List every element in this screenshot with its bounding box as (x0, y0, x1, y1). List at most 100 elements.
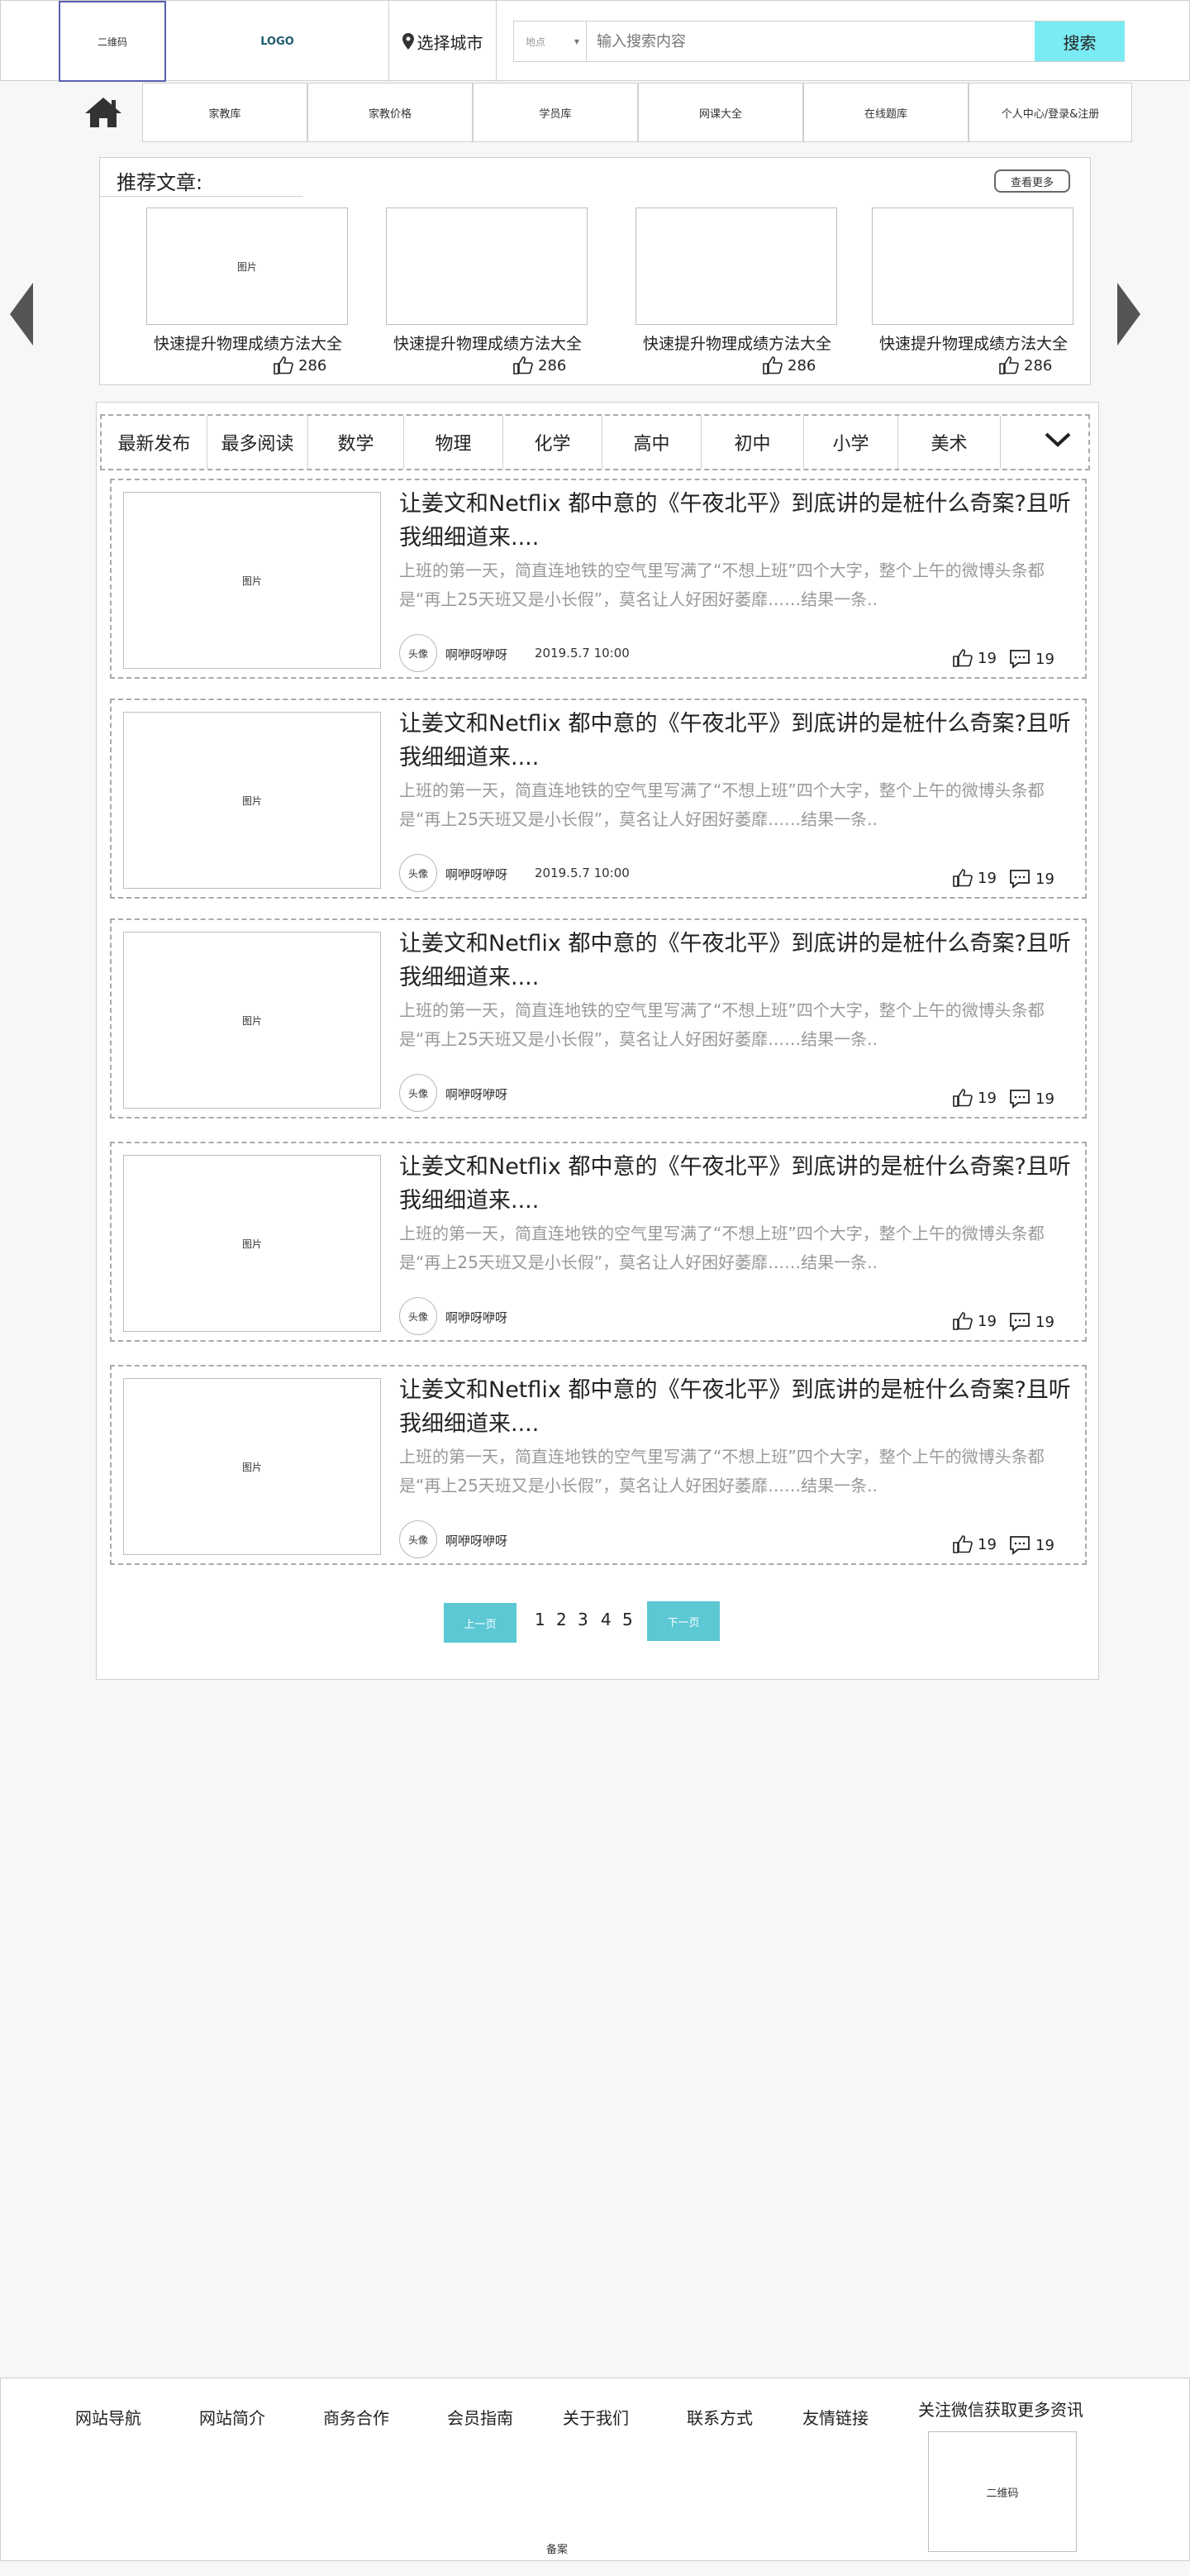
nav-item-prices[interactable]: 家教价格 (307, 83, 473, 142)
nav-item-students[interactable]: 学员库 (473, 83, 638, 142)
carousel-next-arrow[interactable] (1117, 283, 1140, 346)
recommended-caption: 快速提升物理成绩方法大全 (878, 335, 1068, 353)
like-count: 286 (274, 356, 326, 374)
article-summary: 上班的第一天，简直连地铁的空气里写满了“不想上班”四个大字，整个上午的微博头条都… (399, 1447, 1045, 1496)
like-button[interactable]: 19 (953, 869, 997, 887)
recommended-caption: 快速提升物理成绩方法大全 (153, 335, 342, 353)
tab-physics[interactable]: 物理 (404, 416, 503, 469)
carousel-prev-arrow[interactable] (10, 283, 33, 346)
avatar[interactable]: 头像 (399, 1297, 437, 1335)
like-count-value: 286 (538, 356, 567, 374)
article-card[interactable]: 图片 让姜文和Netflix 都中意的《午夜北平》到底讲的是桩什么奇案?且听我细… (110, 1365, 1087, 1565)
tab-chemistry[interactable]: 化学 (503, 416, 602, 469)
article-title[interactable]: 让姜文和Netflix 都中意的《午夜北平》到底讲的是桩什么奇案?且听我细细道来… (399, 487, 1077, 555)
tab-latest[interactable]: 最新发布 (102, 416, 207, 469)
like-count-value: 286 (298, 356, 327, 374)
comment-button[interactable]: 19 (1009, 649, 1054, 669)
footer-beian[interactable]: 备案 (546, 2540, 568, 2556)
site-logo[interactable]: LOGO (166, 1, 389, 82)
chevron-down-icon[interactable] (1044, 431, 1072, 449)
comment-button[interactable]: 19 (1009, 1535, 1054, 1555)
avatar[interactable]: 头像 (399, 634, 437, 672)
like-button[interactable]: 19 (953, 1312, 997, 1330)
comment-icon (1010, 870, 1030, 889)
article-summary: 上班的第一天，简直连地铁的空气里写满了“不想上班”四个大字，整个上午的微博头条都… (399, 780, 1045, 829)
nav-item-tutors[interactable]: 家教库 (142, 83, 307, 142)
tab-middle-school[interactable]: 初中 (702, 416, 804, 469)
thumbs-up-icon (513, 356, 533, 374)
page-number[interactable]: 5 (622, 1610, 633, 1629)
author-name[interactable]: 啊咿呀咿呀 (445, 1532, 507, 1549)
article-title[interactable]: 让姜文和Netflix 都中意的《午夜北平》到底讲的是桩什么奇案?且听我细细道来… (399, 927, 1077, 995)
footer-link-friends[interactable]: 友情链接 (802, 2405, 869, 2429)
comment-button[interactable]: 19 (1009, 1312, 1054, 1332)
page-number[interactable]: 4 (601, 1610, 612, 1629)
comment-icon (1010, 1536, 1030, 1555)
article-image: 图片 (123, 1378, 381, 1555)
avatar[interactable]: 头像 (399, 854, 437, 892)
tab-high-school[interactable]: 高中 (602, 416, 702, 469)
footer-link-member-guide[interactable]: 会员指南 (447, 2405, 513, 2429)
like-count-value: 286 (1024, 356, 1053, 374)
article-title[interactable]: 让姜文和Netflix 都中意的《午夜北平》到底讲的是桩什么奇案?且听我细细道来… (399, 1373, 1077, 1441)
like-button[interactable]: 19 (953, 649, 997, 667)
nav-item-courses[interactable]: 网课大全 (638, 83, 803, 142)
view-more-button[interactable]: 查看更多 (994, 169, 1070, 193)
like-count-value: 19 (978, 1312, 997, 1330)
like-button[interactable]: 19 (953, 1089, 997, 1107)
nav-label: 个人中心/登录&注册 (1001, 107, 1100, 121)
next-page-button[interactable]: 下一页 (647, 1601, 720, 1641)
author-name[interactable]: 啊咿呀咿呀 (445, 866, 507, 883)
search-button[interactable]: 搜索 (1035, 21, 1125, 61)
divider (100, 196, 302, 197)
tab-most-read[interactable]: 最多阅读 (207, 416, 308, 469)
article-image: 图片 (123, 712, 381, 889)
footer-link-site-nav[interactable]: 网站导航 (75, 2405, 141, 2429)
nav-item-question-bank[interactable]: 在线题库 (803, 83, 969, 142)
author-name[interactable]: 啊咿呀咿呀 (445, 1085, 507, 1103)
comment-button[interactable]: 19 (1009, 1089, 1054, 1109)
article-card[interactable]: 图片 让姜文和Netflix 都中意的《午夜北平》到底讲的是桩什么奇案?且听我细… (110, 479, 1087, 679)
avatar[interactable]: 头像 (399, 1520, 437, 1558)
nav-label: 在线题库 (864, 107, 907, 121)
page-number[interactable]: 2 (556, 1610, 567, 1629)
page-number[interactable]: 1 (535, 1610, 545, 1629)
thumbs-up-icon (953, 869, 973, 887)
author-name[interactable]: 啊咿呀咿呀 (445, 1309, 507, 1326)
comment-button[interactable]: 19 (1009, 869, 1054, 889)
article-summary: 上班的第一天，简直连地铁的空气里写满了“不想上班”四个大字，整个上午的微博头条都… (399, 561, 1045, 609)
tab-primary-school[interactable]: 小学 (804, 416, 898, 469)
recommended-image (872, 208, 1073, 325)
footer-link-about-us[interactable]: 关于我们 (563, 2405, 629, 2429)
avatar[interactable]: 头像 (399, 1074, 437, 1112)
like-count-value: 19 (978, 1535, 997, 1553)
qr-label: 二维码 (97, 36, 127, 48)
article-card[interactable]: 图片 让姜文和Netflix 都中意的《午夜北平》到底讲的是桩什么奇案?且听我细… (110, 1142, 1087, 1342)
thumbs-up-icon (763, 356, 783, 374)
location-select[interactable]: 地点 ▼ (514, 21, 587, 61)
nav-item-account[interactable]: 个人中心/登录&注册 (969, 83, 1132, 142)
prev-page-button[interactable]: 上一页 (444, 1603, 516, 1643)
article-image: 图片 (123, 492, 381, 669)
article-card[interactable]: 图片 让姜文和Netflix 都中意的《午夜北平》到底讲的是桩什么奇案?且听我细… (110, 918, 1087, 1119)
author-name[interactable]: 啊咿呀咿呀 (445, 646, 507, 663)
article-card[interactable]: 图片 让姜文和Netflix 都中意的《午夜北平》到底讲的是桩什么奇案?且听我细… (110, 699, 1087, 899)
home-button[interactable] (66, 83, 140, 142)
article-title[interactable]: 让姜文和Netflix 都中意的《午夜北平》到底讲的是桩什么奇案?且听我细细道来… (399, 1150, 1077, 1218)
tab-math[interactable]: 数学 (308, 416, 404, 469)
like-count: 286 (999, 356, 1052, 374)
article-summary: 上班的第一天，简直连地铁的空气里写满了“不想上班”四个大字，整个上午的微博头条都… (399, 1000, 1045, 1049)
footer-link-contact[interactable]: 联系方式 (687, 2405, 753, 2429)
recommended-caption: 快速提升物理成绩方法大全 (393, 335, 582, 353)
recommended-title: 推荐文章: (117, 171, 203, 194)
search-input[interactable] (597, 21, 1010, 61)
article-title[interactable]: 让姜文和Netflix 都中意的《午夜北平》到底讲的是桩什么奇案?且听我细细道来… (399, 707, 1077, 775)
like-button[interactable]: 19 (953, 1535, 997, 1553)
footer-link-about-site[interactable]: 网站简介 (199, 2405, 265, 2429)
tab-art[interactable]: 美术 (898, 416, 1001, 469)
thumbs-up-icon (274, 356, 293, 374)
footer-link-business[interactable]: 商务合作 (323, 2405, 389, 2429)
page-number[interactable]: 3 (578, 1610, 588, 1629)
city-selector[interactable]: 选择城市 (389, 1, 497, 82)
article-summary: 上班的第一天，简直连地铁的空气里写满了“不想上班”四个大字，整个上午的微博头条都… (399, 1224, 1045, 1272)
